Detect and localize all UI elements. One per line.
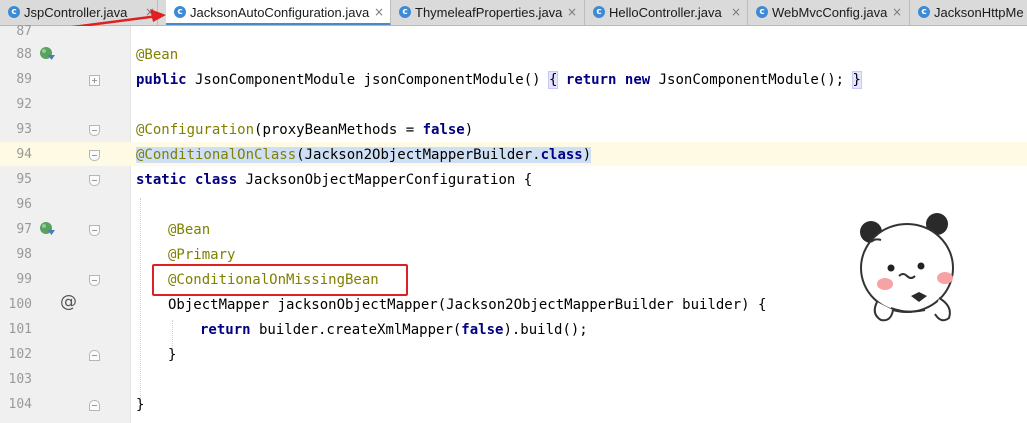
line-number: 103	[8, 372, 32, 387]
close-icon[interactable]: ×	[374, 0, 384, 25]
keyword: class	[540, 147, 583, 163]
line-number: 102	[8, 347, 32, 362]
line-number: 101	[8, 322, 32, 337]
keyword: return	[200, 322, 251, 338]
tab-label: ThymeleafProperties.java	[415, 5, 563, 20]
indent-guide	[140, 198, 141, 398]
bean-run-icon[interactable]	[38, 220, 56, 238]
line-number: 98	[16, 247, 32, 262]
fold-icon[interactable]	[89, 75, 100, 86]
line-number: 99	[16, 272, 32, 287]
close-icon[interactable]: ×	[892, 0, 902, 25]
brace-highlight: }	[851, 71, 862, 89]
line-number: 96	[16, 197, 32, 212]
fold-icon[interactable]	[89, 225, 100, 236]
tab-jacksonhttpmessage[interactable]: c JacksonHttpMe	[910, 0, 1027, 25]
class-c-icon: c	[174, 6, 186, 18]
bean-run-icon[interactable]	[38, 45, 56, 63]
code-line-98: @Primary	[168, 247, 235, 263]
line-number: 87	[16, 24, 32, 39]
line-number: 88	[16, 47, 32, 62]
tab-label: JacksonHttpMe	[934, 5, 1024, 20]
code-text: }	[168, 347, 177, 363]
code-text: JsonComponentModule	[650, 72, 819, 88]
fold-icon[interactable]	[89, 125, 100, 136]
code-text: ).build();	[503, 322, 588, 338]
editor-tab-bar: c JspController.java × c JacksonAutoConf…	[0, 0, 1027, 26]
line-number: 93	[16, 122, 32, 137]
fold-icon[interactable]	[89, 350, 100, 361]
code-text: ()	[523, 72, 541, 88]
code-text: JsonComponentModule jsonComponentModule	[186, 72, 524, 88]
tab-hellocontroller[interactable]: c HelloController.java ×	[585, 0, 748, 25]
keyword: false	[422, 122, 465, 138]
keyword: return	[557, 72, 617, 88]
tab-label: JacksonAutoConfiguration.java	[190, 5, 370, 20]
tab-label: JspController.java	[24, 5, 128, 20]
fold-icon[interactable]	[89, 400, 100, 411]
annotation: @Bean	[136, 47, 179, 63]
code-text: }	[136, 397, 145, 413]
tab-label: HelloController.java	[609, 5, 722, 20]
highlight-box	[152, 264, 408, 296]
code-line-104: }	[136, 397, 144, 413]
line-number: 97	[16, 222, 32, 237]
class-c-icon: c	[8, 6, 20, 18]
class-c-icon: c	[593, 6, 605, 18]
code-line-102: }	[168, 347, 176, 363]
code-line-94: @ConditionalOnClass(Jackson2ObjectMapper…	[136, 147, 592, 163]
close-icon[interactable]: ×	[567, 0, 577, 25]
code-line-101: return builder.createXmlMapper(false).bu…	[200, 322, 588, 338]
keyword: static	[136, 172, 187, 188]
code-text: JacksonObjectMapperConfiguration {	[237, 172, 533, 188]
panda-sticker	[860, 213, 954, 322]
indent-guide	[172, 320, 173, 348]
line-number: 89	[16, 72, 32, 87]
fold-icon[interactable]	[89, 175, 100, 186]
tab-webmvcconfig[interactable]: c WebMvcConfig.java ×	[748, 0, 910, 25]
close-icon[interactable]: ×	[145, 0, 155, 25]
annotation: @Primary	[168, 247, 236, 263]
tab-jacksonautoconfiguration[interactable]: c JacksonAutoConfiguration.java ×	[166, 0, 391, 25]
line-number: 100	[8, 297, 32, 312]
keyword: public	[136, 72, 187, 88]
line-number: 104	[8, 397, 32, 412]
keyword: class	[186, 172, 238, 188]
class-c-icon: c	[918, 6, 930, 18]
tab-thymeleafproperties[interactable]: c ThymeleafProperties.java ×	[391, 0, 585, 25]
gutter-divider	[130, 26, 131, 423]
code-text: (Jackson2ObjectMapperBuilder.	[296, 147, 541, 163]
code-line-89: public JsonComponentModule jsonComponent…	[136, 71, 862, 89]
code-text: )	[582, 147, 592, 163]
keyword: new	[616, 72, 651, 88]
annotation: @Configuration	[136, 122, 255, 138]
close-icon[interactable]: ×	[731, 0, 741, 25]
keyword: false	[461, 322, 504, 338]
tab-label: WebMvcConfig.java	[772, 5, 888, 20]
code-line-100: ObjectMapper jacksonObjectMapper(Jackson…	[168, 297, 766, 313]
code-line-88: @Bean	[136, 47, 178, 63]
fold-icon[interactable]	[89, 275, 100, 286]
code-text: (proxyBeanMethods =	[254, 122, 423, 138]
code-line-93: @Configuration(proxyBeanMethods = false)	[136, 122, 473, 138]
class-c-icon: c	[399, 6, 411, 18]
code-text: ObjectMapper jacksonObjectMapper(Jackson…	[168, 297, 767, 313]
tab-jspcontroller[interactable]: c JspController.java ×	[0, 0, 158, 25]
code-text: )	[464, 122, 474, 138]
fold-icon[interactable]	[89, 150, 100, 161]
annotation: @ConditionalOnClass	[136, 147, 297, 163]
line-number: 95	[16, 172, 32, 187]
code-text: builder.createXmlMapper(	[250, 322, 462, 338]
code-line-95: static class JacksonObjectMapperConfigur…	[136, 172, 532, 188]
code-line-97: @Bean	[168, 222, 210, 238]
class-c-icon: c	[756, 6, 768, 18]
annotation: @Bean	[168, 222, 211, 238]
line-number: 92	[16, 97, 32, 112]
override-at-icon[interactable]: @	[60, 292, 77, 312]
code-text: ();	[818, 72, 853, 88]
line-number: 94	[16, 147, 32, 162]
